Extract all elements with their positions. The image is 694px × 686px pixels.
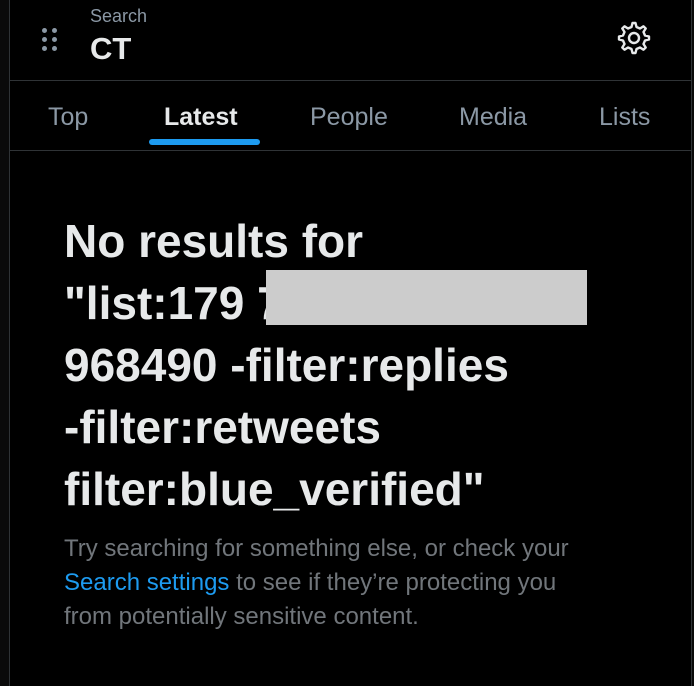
gear-icon[interactable] [614,18,654,58]
no-results-message: Try searching for something else, or che… [64,532,604,634]
search-settings-link[interactable]: Search settings [64,569,229,596]
active-tab-indicator [149,139,260,145]
tab-media[interactable]: Media [459,81,527,150]
redacted-block [266,270,587,325]
left-edge [0,0,9,686]
search-tabs: Top Latest People Media Lists [10,81,691,150]
no-results-heading: No results for "list:179 7 968490 -filte… [64,215,509,515]
tabs-divider [10,150,691,151]
search-column: Search CT Top Latest People Media Lists … [0,0,694,686]
tab-lists[interactable]: Lists [599,81,650,150]
column-border-right [691,0,692,686]
message-text-prefix: Try searching for something else, or che… [64,535,569,562]
tab-people[interactable]: People [310,81,388,150]
column-header: Search CT [10,0,691,80]
header-subtitle: Search [90,6,148,26]
drag-handle-icon[interactable] [40,26,60,52]
page-title: CT [90,31,132,66]
tab-top[interactable]: Top [48,81,88,150]
